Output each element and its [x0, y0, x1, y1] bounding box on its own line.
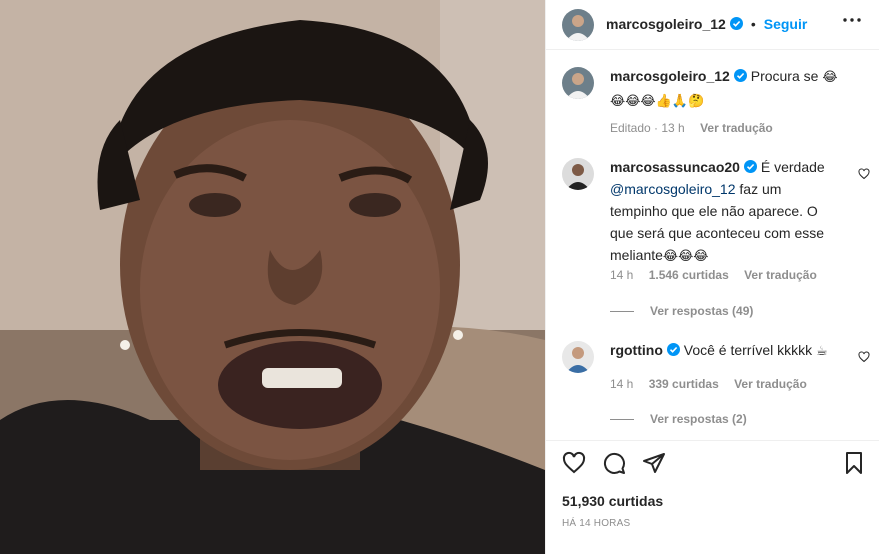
comment-avatar[interactable]	[562, 341, 594, 373]
comment-icon[interactable]	[602, 451, 626, 475]
caption-emoji-1: 😂	[822, 70, 838, 85]
verified-icon	[666, 343, 680, 356]
comment-username[interactable]: marcosassuncao20	[610, 159, 740, 175]
comment-text-line5: meliante	[610, 247, 663, 263]
avatar-image	[562, 158, 594, 190]
avatar-image	[562, 9, 594, 41]
verified-icon	[729, 17, 743, 30]
separator-dot: •	[750, 16, 756, 32]
comment-text-line1: É verdade	[760, 159, 825, 175]
caption-emoji-2: 😂😂😂👍🙏🤔	[610, 94, 705, 109]
replies-line	[610, 419, 634, 421]
comment-heart-icon[interactable]	[858, 351, 870, 363]
video-frame-image	[0, 0, 545, 554]
follow-button[interactable]: Seguir	[764, 16, 808, 32]
comment-item: marcosassuncao20 É verdade @marcosgoleir…	[562, 156, 870, 326]
comment-likes[interactable]: 339 curtidas	[649, 377, 719, 391]
heart-icon[interactable]	[562, 451, 586, 475]
comment-translate-link[interactable]: Ver tradução	[734, 377, 807, 391]
caption-avatar[interactable]	[562, 67, 594, 99]
replies-line	[610, 311, 634, 313]
header-avatar[interactable]	[562, 9, 594, 41]
comment-avatar[interactable]	[562, 158, 594, 190]
verified-icon	[733, 69, 747, 82]
comment-time: 14 h	[610, 377, 634, 391]
comment-emoji: ☕	[816, 344, 828, 359]
post-side-panel: marcosgoleiro_12 • Seguir marcosgoleiro_12	[545, 0, 879, 554]
view-replies-button[interactable]: Ver respostas (49)	[610, 304, 753, 318]
caption-text: Procura se	[750, 68, 819, 84]
comment-text-line4: que será que aconteceu com esse	[610, 225, 825, 241]
post-likes-count[interactable]: 51,930 curtidas	[562, 493, 663, 509]
caption-translate-link[interactable]: Ver tradução	[700, 121, 773, 135]
view-replies-button[interactable]: Ver respostas (2)	[610, 412, 747, 426]
comment-heart-icon[interactable]	[858, 168, 870, 180]
caption-edited-time: Editado · 13 h	[610, 121, 685, 135]
avatar-image	[562, 67, 594, 99]
comments-list: marcosgoleiro_12 Procura se 😂 😂😂😂👍🙏🤔 Edi…	[546, 51, 879, 440]
comment-text-line2: faz um	[735, 181, 782, 197]
comment-emojis: 😂😂😂	[662, 249, 709, 264]
comment-likes[interactable]: 1.546 curtidas	[649, 268, 729, 282]
share-icon[interactable]	[642, 451, 666, 475]
caption: marcosgoleiro_12 Procura se 😂 😂😂😂👍🙏🤔 Edi…	[562, 65, 862, 145]
comment-item: rgottino Você é terrível kkkkk ☕ 14 h 33…	[562, 339, 870, 429]
post-time[interactable]: HÁ 14 HORAS	[562, 518, 630, 529]
instagram-post: marcosgoleiro_12 • Seguir marcosgoleiro_12	[0, 0, 879, 554]
more-options-icon[interactable]	[842, 10, 862, 36]
bookmark-icon[interactable]	[842, 451, 866, 475]
comment-translate-link[interactable]: Ver tradução	[744, 268, 817, 282]
view-replies-label: Ver respostas (2)	[650, 412, 747, 426]
post-actions: 51,930 curtidas HÁ 14 HORAS	[546, 440, 879, 554]
header-username[interactable]: marcosgoleiro_12	[606, 16, 726, 32]
comment-username[interactable]: rgottino	[610, 342, 663, 358]
view-replies-label: Ver respostas (49)	[650, 304, 754, 318]
post-media-video[interactable]	[0, 0, 545, 554]
comment-text: Você é terrível kkkkk	[683, 342, 813, 358]
verified-icon	[743, 160, 757, 173]
comment-time: 14 h	[610, 268, 634, 282]
avatar-image	[562, 341, 594, 373]
post-header: marcosgoleiro_12 • Seguir	[546, 0, 879, 50]
caption-username[interactable]: marcosgoleiro_12	[610, 68, 730, 84]
comment-mention[interactable]: @marcosgoleiro_12	[610, 181, 736, 197]
comment-text-line3: tempinho que ele não aparece. O	[610, 203, 818, 219]
